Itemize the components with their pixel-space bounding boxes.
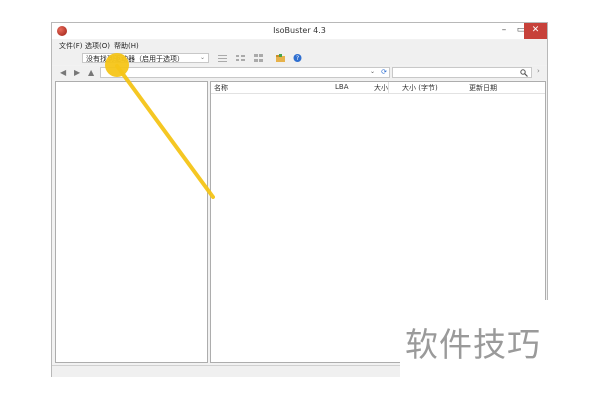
device-select[interactable]: 没有找到驱动器（启用于选项） ⌄: [82, 53, 209, 63]
path-field[interactable]: ⌄ ⟳: [100, 67, 390, 78]
column-header: 名称 LBA 大小 大小 (字节) 更新日期: [211, 82, 545, 94]
minimize-icon: –: [501, 25, 507, 35]
column-size-bytes[interactable]: 大小 (字节): [402, 83, 438, 93]
menu-options[interactable]: 选项(O): [85, 41, 110, 51]
menu-bar: 文件(F) 选项(O) 帮助(H): [52, 40, 547, 51]
column-name[interactable]: 名称: [214, 83, 228, 93]
help-icon[interactable]: ?: [293, 54, 302, 62]
chevron-right-icon[interactable]: ›: [537, 67, 540, 75]
toolbar: 没有找到驱动器（启用于选项） ⌄ ?: [52, 51, 547, 65]
up-icon[interactable]: ▲: [88, 68, 94, 77]
close-icon: ✕: [531, 25, 540, 35]
view-list-icon[interactable]: [218, 54, 227, 62]
view-grid-icon[interactable]: [254, 54, 263, 62]
device-select-value: 没有找到驱动器（启用于选项）: [86, 55, 184, 63]
back-icon[interactable]: ◀: [60, 68, 66, 77]
window-title: IsoBuster 4.3: [273, 26, 326, 35]
view-details-icon[interactable]: [236, 54, 245, 62]
search-icon[interactable]: [520, 69, 528, 77]
column-separator: [388, 82, 389, 93]
chevron-down-icon: ⌄: [199, 54, 205, 61]
tree-panel[interactable]: [55, 81, 208, 363]
menu-file[interactable]: 文件(F): [59, 41, 83, 51]
menu-help[interactable]: 帮助(H): [114, 41, 139, 51]
search-input[interactable]: [392, 67, 532, 78]
svg-text:?: ?: [296, 55, 299, 62]
title-bar: IsoBuster 4.3 – ▭ ✕: [52, 23, 547, 39]
close-button[interactable]: ✕: [524, 23, 547, 39]
column-lba[interactable]: LBA: [335, 83, 349, 91]
forward-icon[interactable]: ▶: [74, 68, 80, 77]
folder-icon[interactable]: [276, 54, 285, 62]
refresh-icon[interactable]: ⟳: [381, 68, 387, 76]
navigation-bar: ◀ ▶ ▲ ⌄ ⟳ ›: [52, 66, 547, 80]
column-modified-date[interactable]: 更新日期: [469, 83, 497, 93]
chevron-down-icon[interactable]: ⌄: [370, 68, 375, 75]
watermark-text: 软件技巧: [405, 325, 541, 364]
column-size[interactable]: 大小: [374, 83, 388, 93]
